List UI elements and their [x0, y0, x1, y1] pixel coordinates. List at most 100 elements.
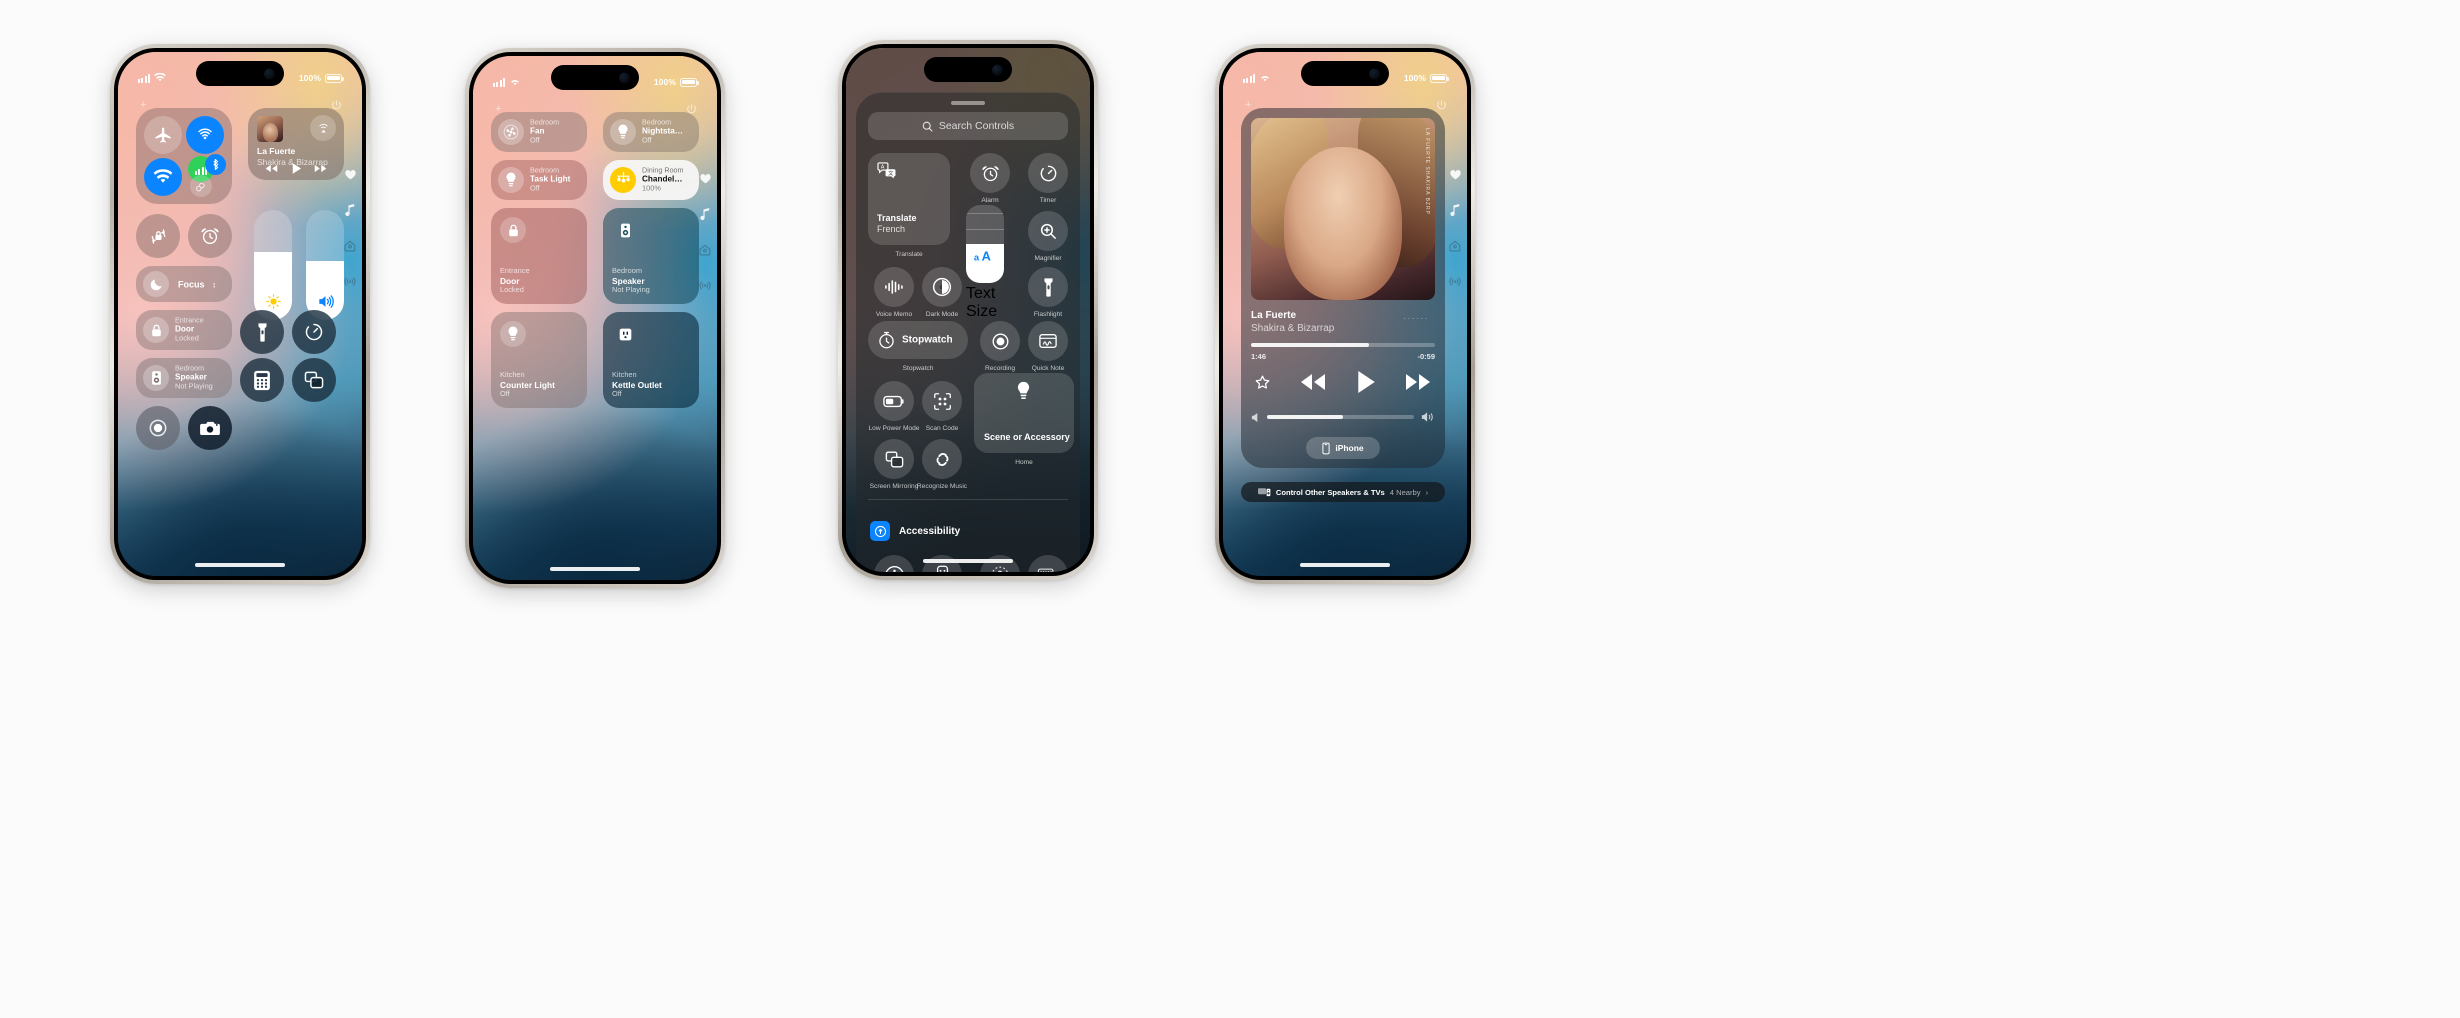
gallery-item-magnifier[interactable]: Magnifier [1022, 211, 1074, 263]
volume-slider[interactable] [1251, 411, 1435, 423]
battery-icon [325, 73, 344, 83]
fan-state: Off [530, 135, 540, 145]
power-off-icon[interactable] [331, 100, 342, 111]
star-icon[interactable] [1255, 375, 1270, 390]
shazam-icon [922, 439, 962, 479]
np-transport [257, 163, 335, 174]
music-note-icon[interactable] [1450, 204, 1460, 216]
gallery-item-alarm[interactable]: Alarm [964, 153, 1016, 205]
rewind-icon[interactable] [265, 164, 278, 173]
gallery-item-timer[interactable]: Timer [1022, 153, 1074, 205]
connectivity-airplay-icon[interactable] [1449, 276, 1461, 287]
home-tile-bedroom-speaker[interactable]: Bedroom Speaker Not Playing [603, 208, 699, 304]
status-right: 100% [299, 73, 344, 83]
flashlight-icon [1028, 267, 1068, 307]
screen-mirroring-icon [304, 371, 324, 389]
now-playing-module[interactable]: La Fuerte Shakira & Bizarrap [248, 108, 344, 180]
add-control-icon[interactable]: + [495, 104, 501, 115]
gallery-item-voice-memo[interactable]: Voice Memo [868, 267, 920, 319]
home-control-door[interactable]: Entrance Door Locked [136, 310, 232, 350]
home-icon[interactable] [344, 240, 356, 252]
play-icon[interactable] [1357, 371, 1375, 393]
gallery-item-screen-mirroring[interactable]: Screen Mirroring [868, 439, 920, 491]
gallery-item-scan-code[interactable]: Scan Code [916, 381, 968, 433]
flashlight-button[interactable] [240, 310, 284, 354]
kettle-outlet-room: Kitchen [612, 370, 637, 380]
power-off-icon[interactable] [1436, 100, 1447, 111]
music-note-icon[interactable] [345, 204, 355, 216]
fast-forward-icon[interactable] [314, 164, 327, 173]
wifi-toggle-icon[interactable] [144, 158, 182, 196]
gallery-item-recognize-music[interactable]: Recognize Music [916, 439, 968, 491]
airdrop-icon[interactable] [186, 116, 224, 154]
chevron-updown-icon[interactable]: ↕ [212, 281, 216, 290]
home-tile-door[interactable]: Entrance Door Locked [491, 208, 587, 304]
home-tile-counter-light[interactable]: Kitchen Counter Light Off [491, 312, 587, 408]
gallery-item-recording[interactable]: Recording [974, 321, 1026, 373]
alarm-button[interactable] [188, 214, 232, 258]
chandelier-state: 100% [642, 183, 661, 193]
favorites-heart-icon[interactable] [344, 170, 356, 180]
home-tile-fan[interactable]: Bedroom Fan Off [491, 112, 587, 152]
dark-mode-icon [922, 267, 962, 307]
fan-icon [498, 119, 524, 145]
gallery-translate-tile[interactable]: A文 Translate French Translate [868, 153, 950, 258]
home-icon[interactable] [699, 244, 711, 256]
rewind-icon[interactable] [1300, 373, 1326, 391]
add-control-icon[interactable]: + [140, 100, 146, 111]
status-right: 100% [653, 77, 699, 87]
scene-caption: Home [1015, 459, 1033, 466]
calculator-icon [254, 370, 270, 390]
control-other-speakers-bar[interactable]: Control Other Speakers & TVs 4 Nearby › [1241, 482, 1445, 502]
calculator-button[interactable] [240, 358, 284, 402]
personal-hotspot-icon[interactable] [190, 175, 212, 197]
gallery-stopwatch-tile[interactable]: Stopwatch Stopwatch [868, 321, 968, 372]
home-tile-task-light[interactable]: Bedroom Task Light Off [491, 160, 587, 200]
gallery-item-live-speech[interactable] [1022, 555, 1074, 572]
favorites-heart-icon[interactable] [699, 174, 711, 184]
home-indicator [1300, 563, 1390, 567]
volume-slider[interactable] [306, 210, 344, 320]
screen-record-button[interactable] [136, 406, 180, 450]
gallery-item-low-power[interactable]: Low Power Mode [868, 381, 920, 433]
svg-text:a: a [974, 251, 980, 262]
battery-percent-label: 100% [653, 77, 676, 87]
brightness-slider[interactable] [254, 210, 292, 320]
camera-button[interactable] [188, 406, 232, 450]
home-control-speaker[interactable]: Bedroom Speaker Not Playing [136, 358, 232, 398]
home-tile-nightstand[interactable]: Bedroom Nightsta… Off [603, 112, 699, 152]
gallery-item-assistive-touch[interactable] [868, 555, 920, 572]
gallery-item-apple-tv-remote[interactable] [916, 555, 968, 572]
focus-control[interactable]: Focus ↕ [136, 266, 232, 302]
timer-button[interactable] [292, 310, 336, 354]
search-input[interactable]: Search Controls [868, 112, 1068, 140]
screen-mirroring-button[interactable] [292, 358, 336, 402]
airplay-audio-icon[interactable] [310, 115, 336, 141]
gallery-item-dark-mode[interactable]: Dark Mode [916, 267, 968, 319]
output-device-button[interactable]: iPhone [1306, 437, 1380, 459]
add-control-icon[interactable]: + [1245, 100, 1251, 111]
bluetooth-icon[interactable] [205, 154, 226, 175]
home-icon[interactable] [1449, 240, 1461, 252]
connectivity-airplay-icon[interactable] [699, 280, 711, 291]
progress-slider[interactable]: 1:46 -0:59 [1251, 343, 1435, 361]
gallery-scene-tile[interactable]: Scene or Accessory Home [974, 373, 1074, 466]
gallery-item-flashlight[interactable]: Flashlight [1022, 267, 1074, 319]
home-tile-kettle-outlet[interactable]: Kitchen Kettle Outlet Off [603, 312, 699, 408]
home-tile-chandelier[interactable]: Dining Room Chandel… 100% [603, 160, 699, 200]
gallery-text-size-slider[interactable]: aA [966, 205, 1004, 283]
music-note-icon[interactable] [700, 208, 710, 220]
power-off-icon[interactable] [686, 104, 697, 115]
connectivity-airplay-icon[interactable] [344, 276, 356, 287]
gallery-item-guided-access[interactable] [974, 555, 1026, 572]
fast-forward-icon[interactable] [1405, 373, 1431, 391]
airplane-mode-icon[interactable] [144, 116, 182, 154]
sheet-grabber[interactable] [951, 101, 985, 105]
rotation-lock-button[interactable] [136, 214, 180, 258]
play-icon[interactable] [292, 163, 301, 174]
favorites-heart-icon[interactable] [1449, 170, 1461, 180]
gallery-item-quick-note[interactable]: Quick Note [1022, 321, 1074, 373]
focus-label: Focus [178, 279, 205, 290]
more-dots-icon[interactable]: ······ [1403, 314, 1429, 323]
control-center-home: Bedroom Fan Off Bedroom Nightsta… Off Be… [473, 112, 717, 580]
